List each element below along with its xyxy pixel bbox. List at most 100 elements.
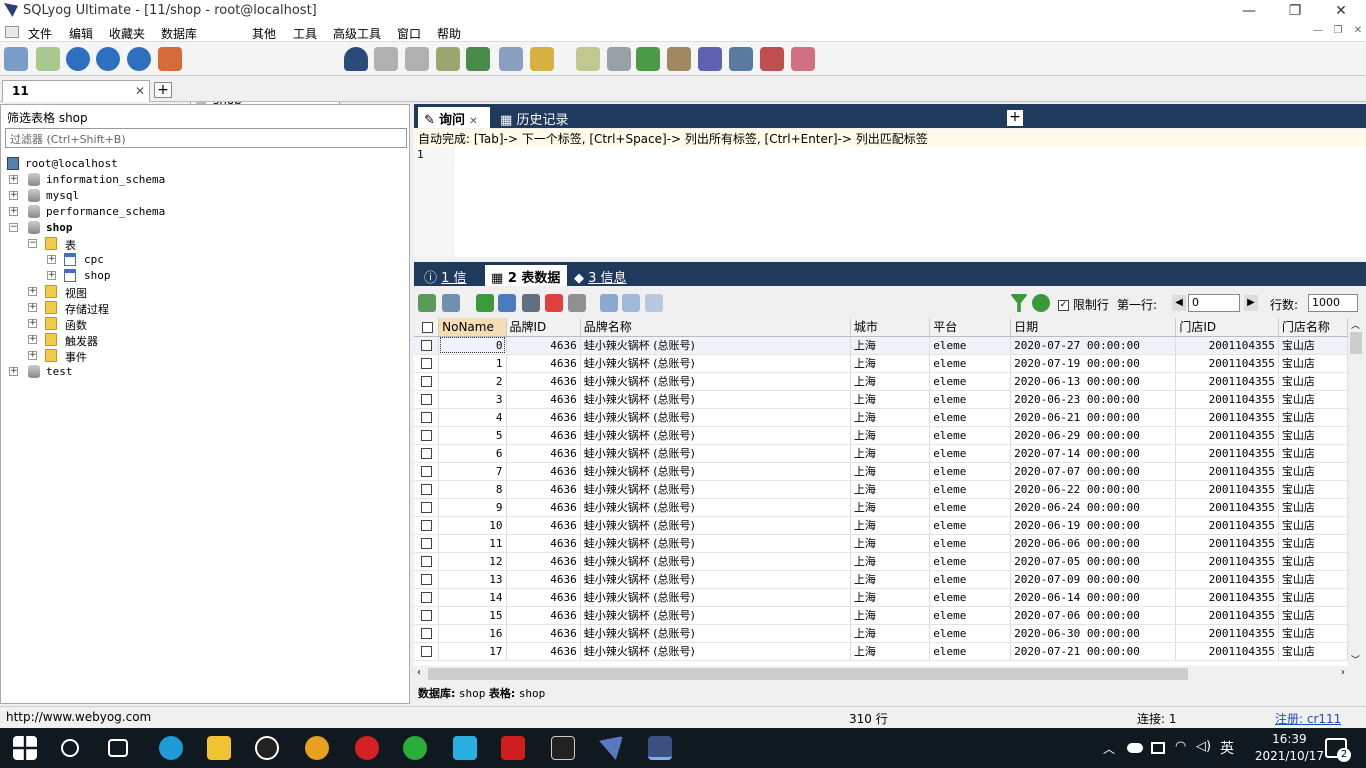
table-cell[interactable]: 4636 — [506, 552, 581, 571]
table-cell[interactable]: 宝山店 — [1278, 408, 1348, 427]
table-cell[interactable]: 2 — [438, 372, 507, 391]
table-cell[interactable]: 2001104355 — [1175, 426, 1279, 445]
table-cell[interactable]: 16 — [438, 624, 507, 643]
close-tab-icon[interactable]: ✕ — [135, 84, 145, 98]
scroll-up-icon[interactable]: ︿ — [1351, 318, 1360, 331]
row-checkbox[interactable] — [414, 354, 440, 373]
row-checkbox[interactable] — [414, 516, 440, 535]
table-cell[interactable]: 2020-06-13 00:00:00 — [1010, 372, 1177, 391]
favorites-icon[interactable] — [158, 47, 182, 71]
new-connection-tab-button[interactable]: + — [154, 82, 172, 98]
table-cell[interactable]: 4636 — [506, 462, 581, 481]
table-row[interactable]: 5 4636 蛙小辣火锅杯 (总账号) 上海 eleme 2020-06-29 00:00… — [414, 426, 1348, 445]
table-cell[interactable]: 10 — [438, 516, 507, 535]
netease-music-icon[interactable] — [355, 736, 379, 760]
export-icon[interactable] — [418, 294, 436, 312]
backup-database-icon[interactable] — [405, 47, 429, 71]
compare-icon[interactable] — [636, 47, 660, 71]
table-cell[interactable]: 宝山店 — [1278, 390, 1348, 409]
table-cell[interactable]: 4636 — [506, 498, 581, 517]
table-cell[interactable]: eleme — [929, 588, 1012, 607]
column-header[interactable]: 品牌名称 — [580, 318, 851, 337]
table-row[interactable]: 16 4636 蛙小辣火锅杯 (总账号) 上海 eleme 2020-06-30 00:0… — [414, 624, 1348, 643]
cancel-changes-icon[interactable] — [568, 294, 586, 312]
table-cell[interactable]: 2020-06-14 00:00:00 — [1010, 588, 1177, 607]
table-cell[interactable]: 2001104355 — [1175, 390, 1279, 409]
schema-sync-icon[interactable] — [499, 47, 523, 71]
app-g-icon[interactable] — [305, 736, 329, 760]
column-header[interactable]: 门店ID — [1175, 318, 1279, 337]
tab-table-data[interactable]: ▦ 2 表数据 — [485, 265, 567, 286]
row-checkbox[interactable] — [414, 336, 440, 355]
expand-icon[interactable]: + — [9, 191, 18, 200]
table-cell[interactable]: 17 — [438, 642, 507, 661]
table-cell[interactable]: 宝山店 — [1278, 354, 1348, 373]
tree-folder-triggers[interactable]: + 触发器 — [28, 332, 328, 348]
table-cell[interactable]: 2001104355 — [1175, 642, 1279, 661]
delete-row-icon[interactable] — [545, 294, 563, 312]
column-header[interactable]: NoName — [438, 318, 507, 337]
table-cell[interactable]: 宝山店 — [1278, 426, 1348, 445]
table-cell[interactable]: 2001104355 — [1175, 534, 1279, 553]
tab-info-3[interactable]: ◆ 3 信息 — [568, 265, 634, 286]
table-cell[interactable]: 上海 — [850, 624, 931, 643]
table-cell[interactable]: 2020-06-19 00:00:00 — [1010, 516, 1177, 535]
table-cell[interactable]: 上海 — [850, 408, 931, 427]
table-cell[interactable]: 1 — [438, 354, 507, 373]
tree-table-shop[interactable]: + shop — [47, 268, 347, 284]
table-cell[interactable]: 蛙小辣火锅杯 (总账号) — [580, 354, 851, 373]
table-cell[interactable]: 蛙小辣火锅杯 (总账号) — [580, 480, 851, 499]
table-cell[interactable]: eleme — [929, 462, 1012, 481]
terminal-icon[interactable] — [551, 736, 575, 760]
expand-icon[interactable]: + — [28, 319, 37, 328]
table-row[interactable]: 1 4636 蛙小辣火锅杯 (总账号) 上海 eleme 2020-07-19 00:00… — [414, 354, 1348, 373]
table-row[interactable]: 11 4636 蛙小辣火锅杯 (总账号) 上海 eleme 2020-06-06 00:0… — [414, 534, 1348, 553]
tab-history[interactable]: ▦ 历史记录 — [494, 107, 604, 128]
save-icon[interactable] — [522, 294, 540, 312]
sql-editor[interactable]: 1 — [414, 147, 1366, 257]
mdi-close-icon[interactable]: ✕ — [1350, 25, 1366, 39]
expand-icon[interactable]: + — [28, 303, 37, 312]
volume-icon[interactable]: ◁) — [1196, 739, 1211, 754]
menu-advanced-tools[interactable]: 高级工具 — [333, 25, 381, 42]
tree-db-shop[interactable]: − shop — [9, 220, 309, 236]
table-cell[interactable]: 2020-07-21 00:00:00 — [1010, 642, 1177, 661]
table-cell[interactable]: 4636 — [506, 336, 581, 355]
copy-database-icon[interactable] — [466, 47, 490, 71]
tab-info-1[interactable]: ⓘ 1 信息 — [418, 265, 484, 305]
table-cell[interactable]: 上海 — [850, 426, 931, 445]
menu-favorites[interactable]: 收藏夹 — [109, 25, 145, 42]
tray-chevron-icon[interactable]: ︿ — [1103, 740, 1115, 757]
table-cell[interactable]: 2020-07-07 00:00:00 — [1010, 462, 1177, 481]
table-cell[interactable]: 2001104355 — [1175, 354, 1279, 373]
copy-icon[interactable] — [442, 294, 460, 312]
tree-root[interactable]: root@localhost — [7, 156, 307, 172]
row-checkbox[interactable] — [414, 462, 440, 481]
mdi-doc-icon[interactable] — [5, 26, 19, 38]
table-cell[interactable]: 15 — [438, 606, 507, 625]
row-checkbox[interactable] — [414, 588, 440, 607]
table-cell[interactable]: 2001104355 — [1175, 570, 1279, 589]
table-cell[interactable]: eleme — [929, 570, 1012, 589]
table-row[interactable]: 2 4636 蛙小辣火锅杯 (总账号) 上海 eleme 2020-06-13 00:00… — [414, 372, 1348, 391]
table-cell[interactable]: 2020-06-29 00:00:00 — [1010, 426, 1177, 445]
table-cell[interactable]: 上海 — [850, 480, 931, 499]
new-connection-icon[interactable] — [4, 47, 28, 71]
table-cell[interactable]: 上海 — [850, 570, 931, 589]
table-cell[interactable]: 上海 — [850, 372, 931, 391]
menu-other[interactable]: 其他 — [252, 25, 276, 42]
table-cell[interactable]: 2020-07-06 00:00:00 — [1010, 606, 1177, 625]
table-row[interactable]: 9 4636 蛙小辣火锅杯 (总账号) 上海 eleme 2020-06-24 00:00… — [414, 498, 1348, 517]
table-cell[interactable]: 蛙小辣火锅杯 (总账号) — [580, 336, 851, 355]
table-cell[interactable]: 5 — [438, 426, 507, 445]
table-cell[interactable]: 13 — [438, 570, 507, 589]
table-cell[interactable]: 蛙小辣火锅杯 (总账号) — [580, 462, 851, 481]
table-cell[interactable]: 上海 — [850, 390, 931, 409]
status-url[interactable]: http://www.webyog.com — [6, 710, 151, 724]
mdi-minimize-icon[interactable]: — — [1310, 25, 1326, 39]
execute-query-icon[interactable] — [66, 47, 90, 71]
new-query-icon[interactable] — [36, 47, 60, 71]
expand-icon[interactable]: + — [9, 175, 18, 184]
table-cell[interactable]: 2020-07-14 00:00:00 — [1010, 444, 1177, 463]
menu-edit[interactable]: 编辑 — [69, 25, 93, 42]
